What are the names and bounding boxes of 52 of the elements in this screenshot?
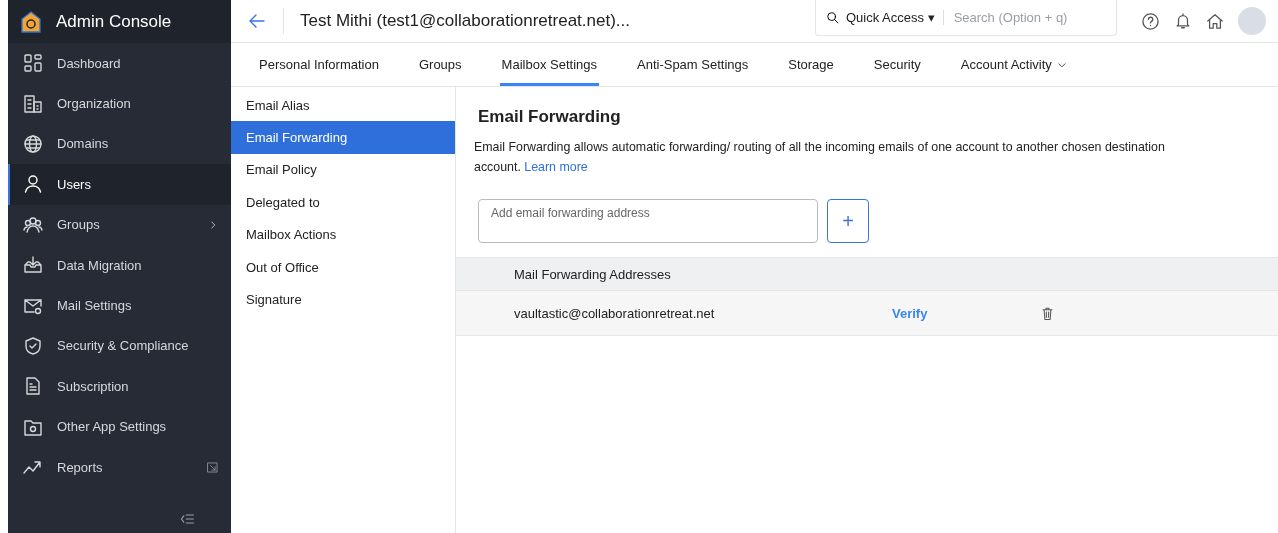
app-title: Admin Console	[56, 11, 172, 32]
sidebar-item[interactable]: Data Migration	[8, 244, 231, 286]
search-icon	[826, 10, 840, 25]
tab[interactable]: Groups	[416, 43, 464, 86]
globe-icon	[23, 133, 43, 154]
add-button[interactable]: +	[827, 199, 869, 243]
shield-check-icon	[23, 335, 43, 356]
submenu-item[interactable]: Delegated to	[231, 186, 455, 219]
submenu-item[interactable]: Email Alias	[231, 89, 455, 122]
user-icon	[23, 174, 43, 195]
help-icon	[1141, 11, 1160, 31]
people-icon	[23, 214, 43, 235]
submenu-item[interactable]: Email Policy	[231, 153, 455, 187]
input-field[interactable]: Add email forwarding address	[478, 199, 818, 243]
dashboard-icon	[23, 53, 43, 74]
submenu-item[interactable]: Out of Office	[231, 250, 455, 284]
submenu-item[interactable]: Email Forwarding	[231, 121, 455, 154]
quick-access-dropdown[interactable]: Quick Access ▾	[846, 10, 944, 25]
trash-icon	[1040, 305, 1055, 321]
sidebar-item[interactable]: Other App Settings	[8, 406, 231, 447]
sidebar-item[interactable]: Security & Compliance	[8, 325, 231, 367]
section-title: Email Forwarding	[478, 107, 622, 127]
collapse-menu-icon	[179, 511, 195, 527]
tab[interactable]: Personal Information	[257, 43, 381, 86]
document-icon	[23, 376, 43, 397]
sidebar-item[interactable]: Groups	[8, 204, 231, 245]
submenu-item[interactable]: Signature	[231, 283, 455, 316]
sidebar-item[interactable]: Mail Settings	[8, 285, 231, 326]
column-header: Mail Forwarding Addresses	[514, 266, 671, 282]
sidebar-item[interactable]: Domains	[8, 123, 231, 165]
sidebar-item[interactable]: Dashboard	[8, 43, 231, 84]
tab[interactable]: Security	[871, 43, 923, 86]
sidebar-item[interactable]: Reports	[8, 446, 231, 488]
bell-icon	[1174, 12, 1192, 30]
tray-download-icon	[23, 255, 43, 276]
sidebar-item[interactable]: Organization	[8, 83, 231, 124]
tab[interactable]: Mailbox Settings	[499, 43, 599, 86]
home-icon	[1206, 12, 1224, 30]
tab[interactable]: Anti-Spam Settings	[635, 43, 751, 86]
tab[interactable]: Account Activity	[958, 43, 1070, 86]
sidebar-item[interactable]: Subscription	[8, 366, 231, 407]
submenu-item[interactable]: Mailbox Actions	[231, 218, 455, 251]
search-bar[interactable]: Quick Access ▾ Search (Option + q)	[815, 0, 1117, 36]
page-title: Test Mithi (test1@collaborationretreat.net)...	[300, 11, 631, 31]
avatar[interactable]	[1238, 7, 1266, 35]
sidebar-item[interactable]: Users	[8, 164, 231, 205]
description-text: Email Forwarding allows automatic forwarding/ routing of all the incoming emails of one account to another chosen destination account. Learn more	[474, 139, 1166, 176]
learn-more-link[interactable]: Learn more	[524, 160, 588, 174]
logo-icon	[20, 10, 42, 33]
table-cell-text: vaultastic@collaborationretreat.net	[514, 305, 716, 321]
building-icon	[23, 93, 43, 114]
tab[interactable]: Storage	[786, 43, 836, 86]
